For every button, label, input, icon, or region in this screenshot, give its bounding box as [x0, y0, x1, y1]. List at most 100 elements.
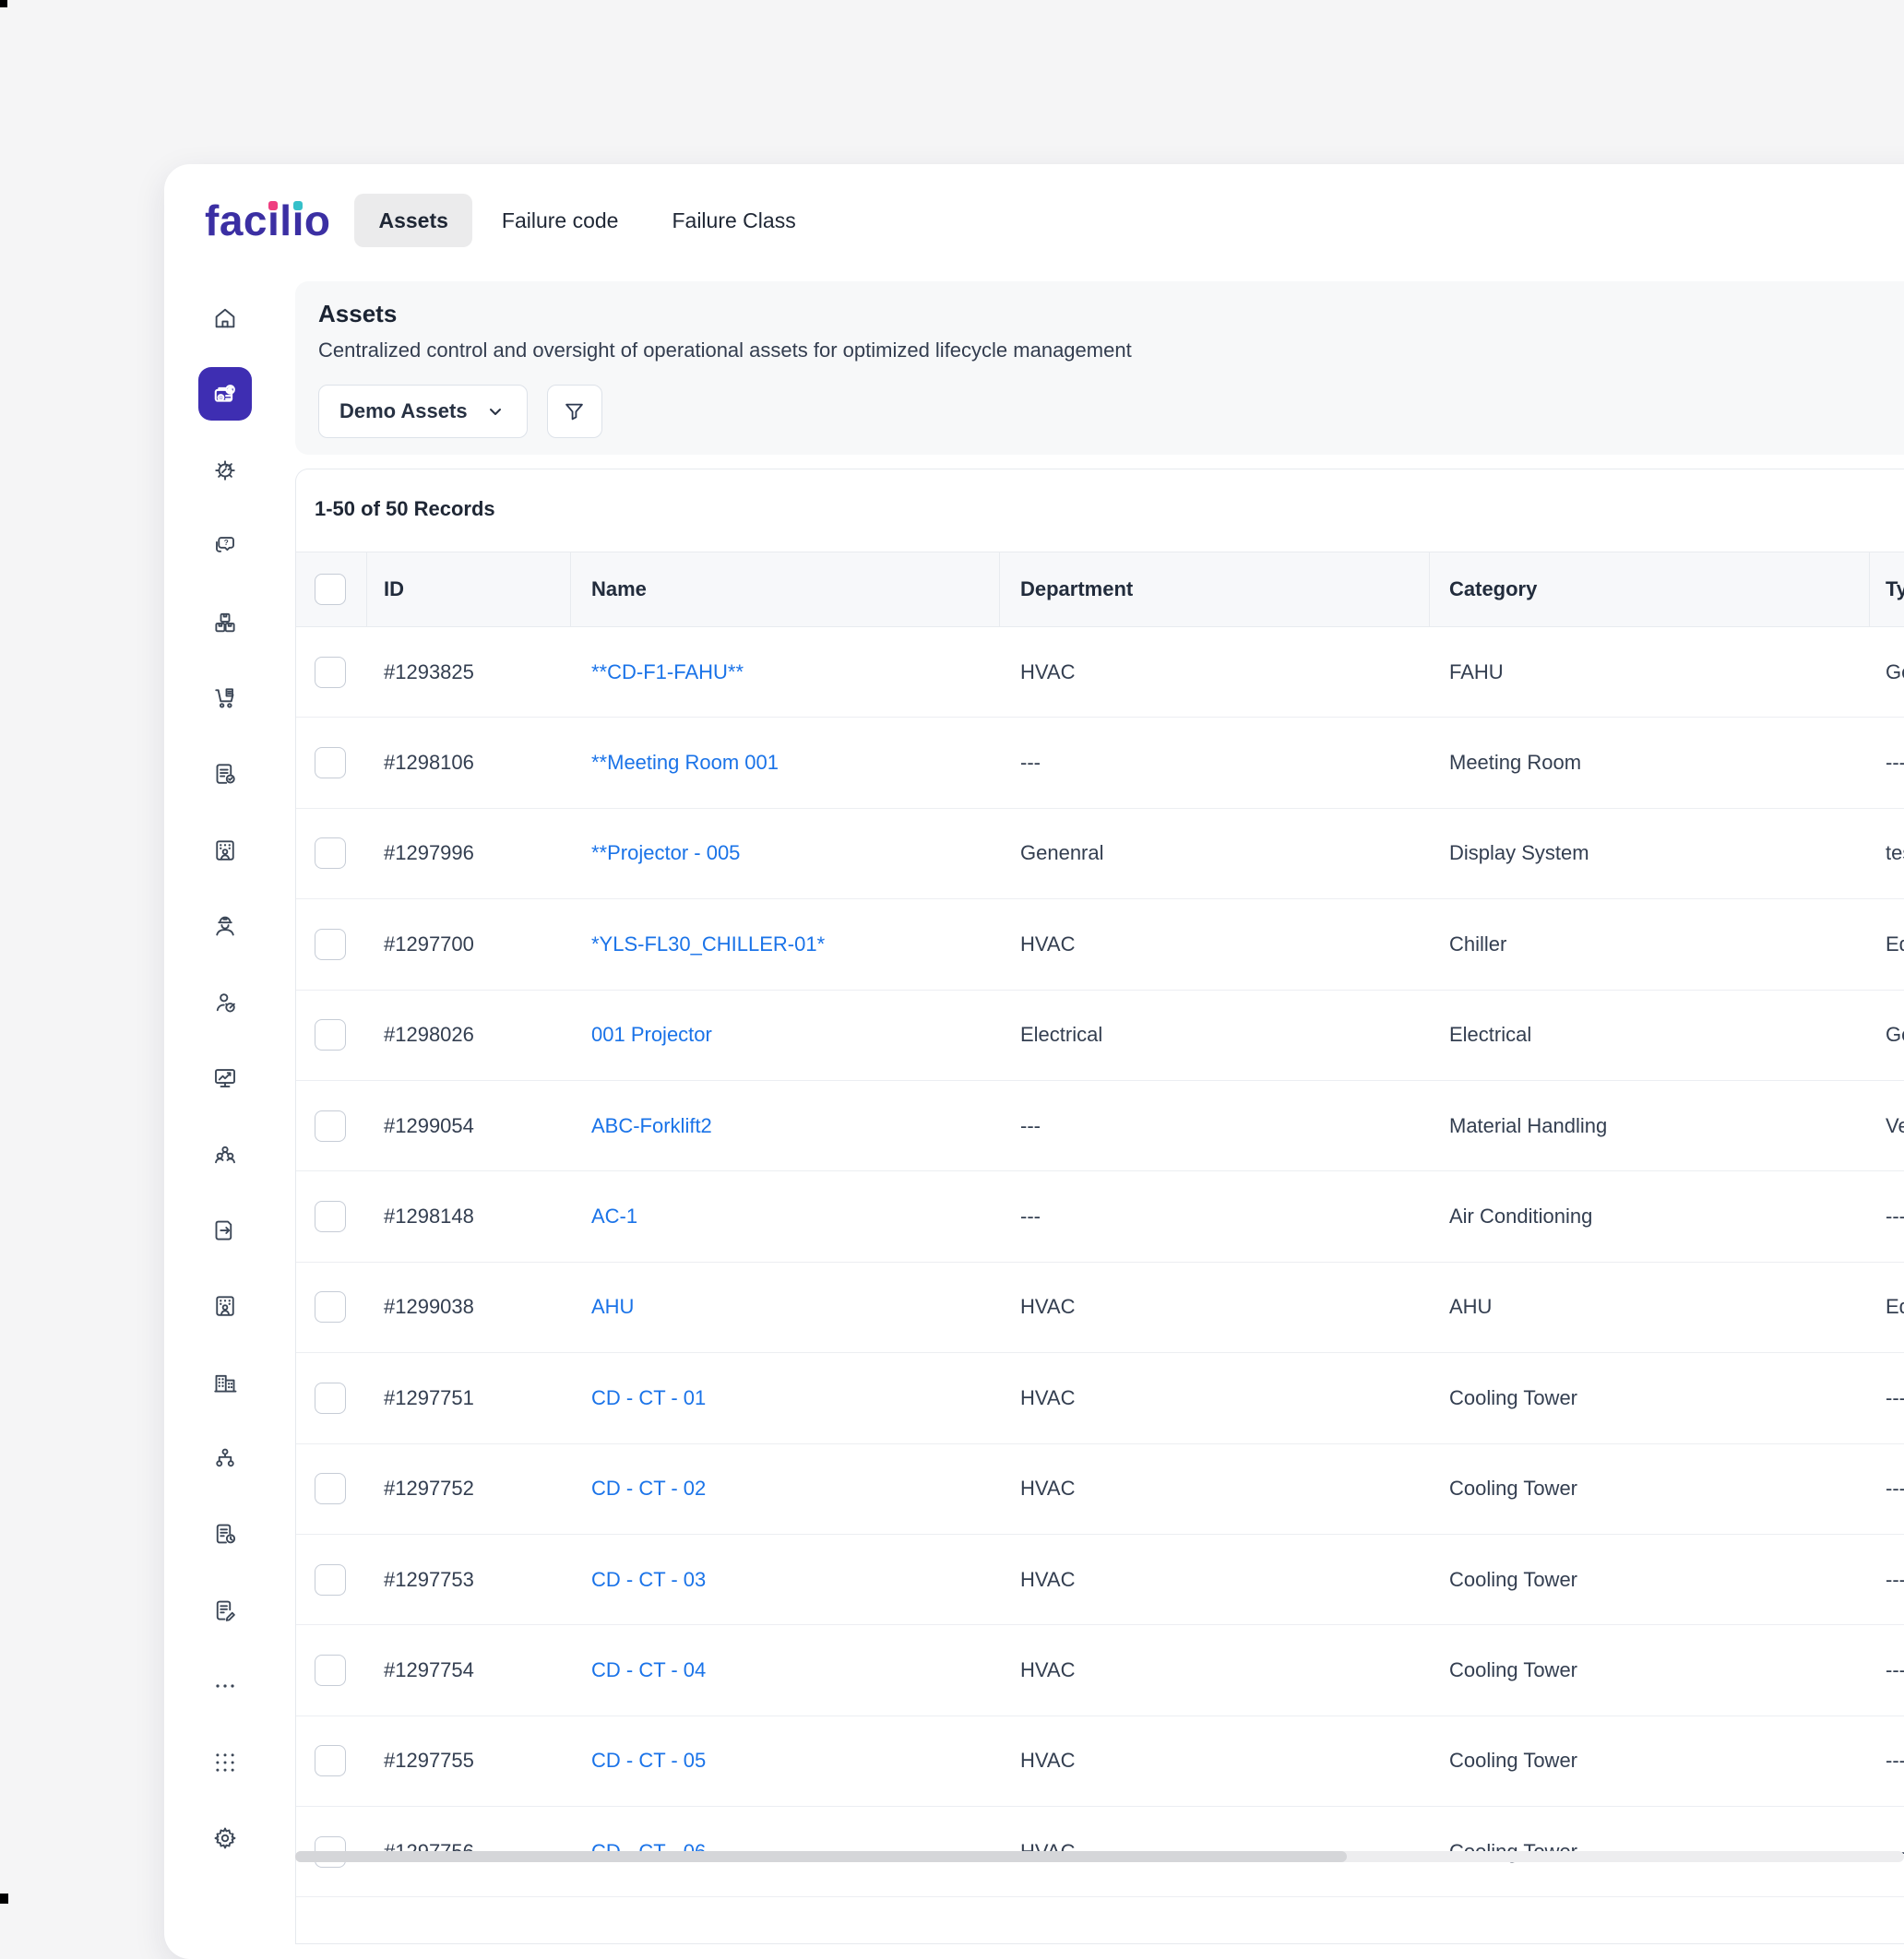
vendors-icon	[211, 989, 239, 1016]
sidebar-item-inventory[interactable]	[198, 596, 252, 649]
cell-department: HVAC	[1000, 660, 1430, 684]
asset-name-link[interactable]: **CD-F1-FAHU**	[591, 660, 744, 683]
table-row[interactable]: #1297753CD - CT - 03HVACCooling Tower---	[296, 1535, 1904, 1625]
row-checkbox[interactable]	[315, 1745, 346, 1776]
table-row[interactable]: #1297755CD - CT - 05HVACCooling Tower---	[296, 1716, 1904, 1807]
table-row[interactable]: #1298106**Meeting Room 001---Meeting Roo…	[296, 718, 1904, 808]
asset-name-link[interactable]: AC-1	[591, 1205, 637, 1228]
cell-name: CD - CT - 05	[571, 1749, 1000, 1773]
table-row[interactable]: #1297700*YLS-FL30_CHILLER-01*HVACChiller…	[296, 899, 1904, 990]
cell-id: #1298026	[367, 1023, 571, 1047]
column-header-ty: Ty	[1870, 552, 1904, 626]
sidebar-item-tenants[interactable]	[198, 824, 252, 877]
row-checkbox-cell	[296, 929, 367, 960]
approvals-icon	[211, 760, 239, 788]
view-selector-button[interactable]: Demo Assets	[318, 385, 528, 438]
visitors-icon	[211, 1292, 239, 1320]
maintenance-icon	[211, 457, 239, 484]
list-controls: Demo Assets	[318, 385, 602, 438]
sidebar-item-transfers[interactable]	[198, 1204, 252, 1257]
sidebar-item-scheduled-docs[interactable]	[198, 1507, 252, 1561]
page-title: Assets	[318, 300, 397, 328]
row-checkbox[interactable]	[315, 1564, 346, 1596]
row-checkbox[interactable]	[315, 1019, 346, 1051]
filter-button[interactable]	[547, 385, 602, 438]
cell-type: Ge	[1870, 660, 1904, 684]
asset-name-link[interactable]: **Projector - 005	[591, 841, 740, 864]
row-checkbox[interactable]	[315, 1110, 346, 1142]
asset-name-link[interactable]: **Meeting Room 001	[591, 751, 779, 774]
sidebar-item-approvals[interactable]	[198, 747, 252, 801]
scheduled-docs-icon	[211, 1520, 239, 1548]
asset-name-link[interactable]: CD - CT - 03	[591, 1568, 706, 1591]
sidebar-item-teams[interactable]	[198, 1127, 252, 1181]
row-checkbox[interactable]	[315, 657, 346, 688]
sidebar-item-apps[interactable]	[198, 1736, 252, 1789]
table-row[interactable]: #1299038AHUHVACAHUEq	[296, 1263, 1904, 1353]
cell-name: *YLS-FL30_CHILLER-01*	[571, 932, 1000, 956]
sidebar-item-facilities[interactable]	[198, 1356, 252, 1409]
sidebar-item-settings[interactable]	[198, 1811, 252, 1865]
table-row[interactable]: #1299054ABC-Forklift2---Material Handlin…	[296, 1081, 1904, 1171]
row-checkbox[interactable]	[315, 1383, 346, 1414]
org-chart-icon	[211, 1444, 239, 1472]
asset-name-link[interactable]: AHU	[591, 1295, 634, 1318]
table-row[interactable]: #1297754CD - CT - 04HVACCooling Tower---	[296, 1625, 1904, 1716]
table-row[interactable]: #1297996**Projector - 005GenenralDisplay…	[296, 809, 1904, 899]
row-checkbox[interactable]	[315, 1473, 346, 1504]
cell-type: Eq	[1870, 932, 1904, 956]
asset-name-link[interactable]: CD - CT - 02	[591, 1477, 706, 1500]
sidebar-item-visitors[interactable]	[198, 1279, 252, 1333]
column-header-id: ID	[367, 552, 571, 626]
row-checkbox[interactable]	[315, 929, 346, 960]
chevron-down-icon	[484, 400, 506, 422]
facilities-icon	[211, 1369, 239, 1396]
table-row[interactable]: #1298148AC-1---Air Conditioning---	[296, 1171, 1904, 1262]
column-header-department: Department	[1000, 552, 1430, 626]
horizontal-scrollbar-track[interactable]	[295, 1851, 1904, 1862]
sidebar-item-more[interactable]	[198, 1659, 252, 1713]
records-summary: 1-50 of 50 Records	[315, 497, 1904, 521]
table-row[interactable]: #1297752CD - CT - 02HVACCooling Tower---	[296, 1444, 1904, 1535]
cell-category: Electrical	[1430, 1023, 1870, 1047]
tab-assets[interactable]: Assets	[354, 194, 471, 247]
sidebar-item-org-chart[interactable]	[198, 1431, 252, 1485]
asset-name-link[interactable]: CD - CT - 05	[591, 1749, 706, 1772]
sidebar-item-vendors[interactable]	[198, 976, 252, 1029]
column-header-category: Category	[1430, 552, 1870, 626]
sidebar-item-assets[interactable]	[198, 367, 252, 421]
sidebar-item-procurement[interactable]	[198, 671, 252, 725]
table-row[interactable]: #1293825**CD-F1-FAHU**HVACFAHUGe	[296, 627, 1904, 718]
asset-name-link[interactable]: ABC-Forklift2	[591, 1114, 712, 1137]
row-checkbox[interactable]	[315, 837, 346, 869]
asset-name-link[interactable]: CD - CT - 04	[591, 1658, 706, 1681]
row-checkbox[interactable]	[315, 1291, 346, 1323]
row-checkbox[interactable]	[315, 1655, 346, 1686]
home-icon	[211, 304, 239, 332]
sidebar-item-analytics[interactable]	[198, 1051, 252, 1105]
horizontal-scrollbar-thumb[interactable]	[295, 1851, 1347, 1862]
cell-department: Genenral	[1000, 841, 1430, 865]
row-checkbox[interactable]	[315, 747, 346, 778]
select-all-checkbox[interactable]	[315, 574, 346, 605]
cell-department: HVAC	[1000, 1295, 1430, 1319]
asset-name-link[interactable]: 001 Projector	[591, 1023, 712, 1046]
table-row[interactable]: #1297751CD - CT - 01HVACCooling Tower---	[296, 1353, 1904, 1443]
asset-name-link[interactable]: CD - CT - 01	[591, 1386, 706, 1409]
row-checkbox-cell	[296, 1564, 367, 1596]
cell-id: #1293825	[367, 660, 571, 684]
cell-category: Cooling Tower	[1430, 1568, 1870, 1592]
sidebar-item-maintenance[interactable]	[198, 444, 252, 497]
row-checkbox-cell	[296, 1383, 367, 1414]
help-chat-icon: ?	[211, 532, 239, 560]
row-checkbox[interactable]	[315, 1201, 346, 1232]
tab-failure-class[interactable]: Failure Class	[648, 194, 819, 247]
sidebar-item-workforce[interactable]	[198, 899, 252, 953]
sidebar-item-home[interactable]	[198, 291, 252, 345]
sidebar-item-help-chat[interactable]: ?	[198, 519, 252, 573]
asset-name-link[interactable]: *YLS-FL30_CHILLER-01*	[591, 932, 825, 956]
table-row[interactable]: #1298026001 ProjectorElectricalElectrica…	[296, 991, 1904, 1081]
sidebar-item-notes[interactable]	[198, 1584, 252, 1637]
tab-failure-code[interactable]: Failure code	[478, 194, 643, 247]
row-checkbox-cell	[296, 1110, 367, 1142]
